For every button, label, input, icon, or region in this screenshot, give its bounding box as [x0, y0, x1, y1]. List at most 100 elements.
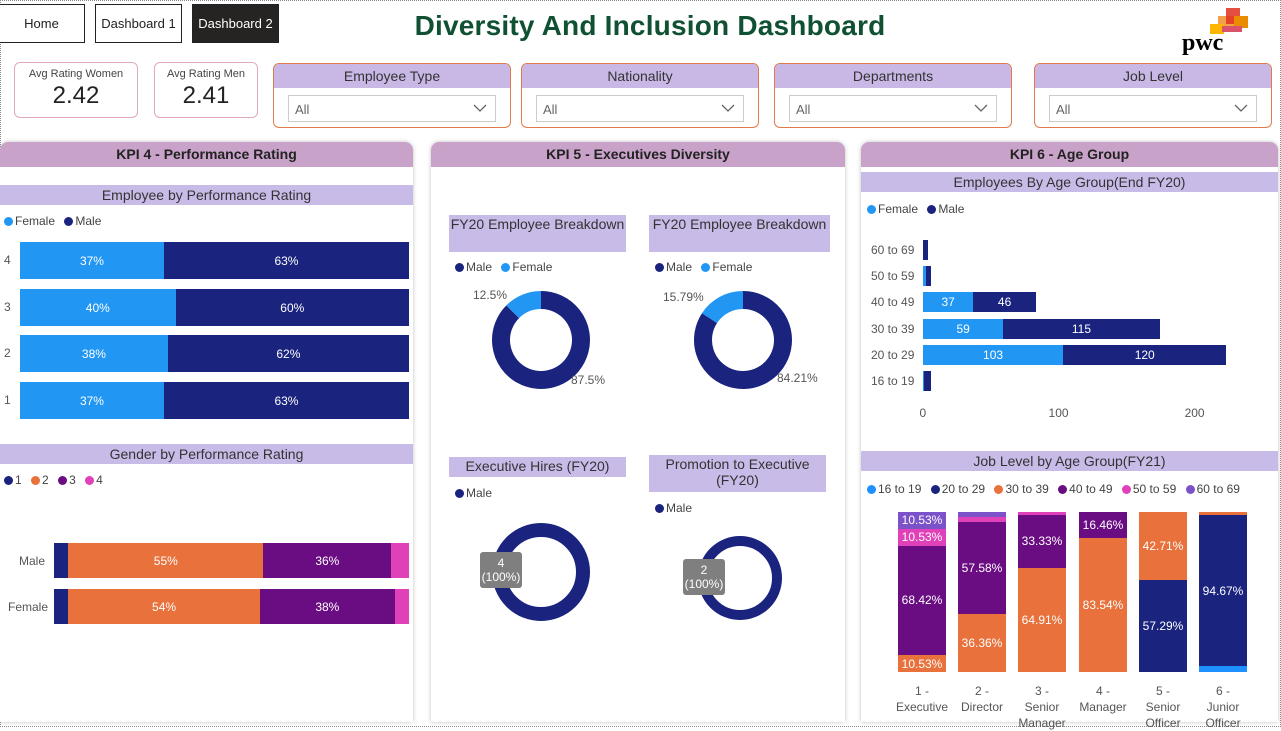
- bar-segment: 60%: [175, 289, 409, 326]
- bar-segment: [54, 589, 69, 624]
- category-label: 6 - Junior Officer: [1191, 683, 1255, 731]
- bar-segment: 63%: [163, 242, 409, 279]
- kpi6-panel: KPI 6 - Age Group Employees By Age Group…: [861, 142, 1278, 730]
- donut-slice: [506, 291, 542, 319]
- legend-item-female: Female: [867, 202, 918, 216]
- category-label: 40 to 49: [871, 295, 915, 309]
- chart-title: Employee by Performance Rating: [0, 185, 413, 205]
- data-label-box: 4 (100%): [480, 552, 522, 588]
- bar-segment: 94.67%: [1199, 514, 1247, 667]
- bar-segment: 120: [1063, 345, 1227, 365]
- bar-segment: 40%: [20, 289, 176, 326]
- slicer-value: All: [796, 102, 811, 117]
- bar-segment: 36%: [263, 543, 392, 578]
- category-label: 20 to 29: [871, 348, 915, 362]
- category-label: 30 to 39: [871, 322, 915, 336]
- legend: Female Male: [867, 202, 970, 216]
- slicer-dropdown[interactable]: All: [1049, 95, 1257, 122]
- bar-segment: 55%: [68, 543, 264, 578]
- category-label-line: Senior Manager: [1018, 700, 1066, 730]
- kpi-card-women: Avg Rating Women 2.42: [14, 62, 138, 118]
- bar-segment: [1199, 666, 1247, 672]
- bar-segment: 42.71%: [1139, 512, 1187, 581]
- bar-segment: 103: [923, 345, 1064, 365]
- donut-title: FY20 Employee Breakdown: [449, 215, 626, 252]
- legend-item-60-69: 60 to 69: [1185, 482, 1240, 496]
- legend-item-female: Female: [4, 214, 55, 228]
- legend-item-16-19: 16 to 19: [867, 482, 921, 496]
- legend-item-male: Male: [64, 214, 101, 228]
- legend: 16 to 19 20 to 29 30 to 39 40 to 49 50 t…: [867, 482, 1246, 496]
- x-tick-label: 200: [1184, 406, 1205, 420]
- bar-segment: 33.33%: [1018, 514, 1066, 569]
- slicer-title: Job Level: [1035, 64, 1271, 88]
- legend-item-male: Male: [655, 501, 692, 515]
- kpi5-panel: KPI 5 - Executives Diversity FY20 Employ…: [431, 142, 845, 722]
- legend-item-male: Male: [455, 486, 492, 500]
- legend-item-1: 1: [4, 473, 22, 487]
- panel-title: KPI 6 - Age Group: [861, 142, 1278, 167]
- bar-segment: [394, 589, 409, 624]
- legend-item-40-49: 40 to 49: [1058, 482, 1113, 496]
- chart-title: Employees By Age Group(End FY20): [861, 172, 1278, 192]
- category-label-line: 4 -: [1095, 684, 1110, 698]
- bar-segment: 68.42%: [898, 545, 946, 656]
- category-label-line: Junior Officer: [1205, 700, 1241, 730]
- legend-item-2: 2: [31, 473, 49, 487]
- slicer-value: All: [1056, 102, 1071, 117]
- kpi-value: 2.41: [182, 82, 230, 109]
- kpi-label: Avg Rating Men: [166, 68, 246, 80]
- x-tick-label: 0: [919, 406, 927, 420]
- slicer-title: Nationality: [522, 64, 758, 88]
- nav-home-button[interactable]: Home: [0, 4, 85, 43]
- bar-segment: 10.53%: [898, 511, 946, 529]
- slicer-dropdown[interactable]: All: [789, 95, 997, 122]
- category-label-line: Executive: [895, 700, 949, 714]
- category-label: 3 - Senior Manager: [1010, 683, 1074, 731]
- slicer-title: Employee Type: [274, 64, 510, 88]
- bar-segment: 37%: [20, 382, 164, 419]
- bar-segment: 36.36%: [958, 613, 1006, 672]
- slicer-title: Departments: [775, 64, 1011, 88]
- category-label: 50 to 59: [871, 269, 915, 283]
- legend-item-male: Male: [927, 202, 964, 216]
- bar-segment: 38%: [259, 589, 395, 624]
- slicer-job-level: Job Level All: [1034, 63, 1272, 128]
- slicer-employee-type: Employee Type All: [273, 63, 511, 128]
- bar-segment: [958, 512, 1006, 517]
- category-label: 60 to 69: [871, 243, 915, 257]
- category-label-line: 5 -: [1155, 684, 1170, 698]
- data-label-box: 2 (100%): [683, 559, 725, 595]
- bar-segment: 57.29%: [1139, 580, 1187, 672]
- kpi-label: Avg Rating Women: [28, 68, 124, 80]
- legend-item-male: Male: [455, 260, 492, 274]
- data-label-pct: (100%): [684, 577, 724, 591]
- slicer-dropdown[interactable]: All: [288, 95, 496, 122]
- donut-title: Promotion to Executive (FY20): [649, 455, 826, 492]
- nav-dashboard1-button[interactable]: Dashboard 1: [95, 4, 182, 43]
- bar-segment: 10.53%: [898, 655, 946, 672]
- slicer-departments: Departments All: [774, 63, 1012, 128]
- bar-segment: 63%: [163, 382, 409, 419]
- slicer-value: All: [543, 102, 558, 117]
- category-label-line: Manager: [1079, 700, 1127, 714]
- legend: Male: [655, 501, 698, 515]
- category-label-line: 2 -: [974, 684, 989, 698]
- chevron-down-icon: [974, 104, 988, 112]
- bar-segment: 57.58%: [958, 521, 1006, 614]
- slicer-dropdown[interactable]: All: [536, 95, 744, 122]
- nav-dashboard2-button[interactable]: Dashboard 2: [192, 4, 279, 43]
- legend: Male: [455, 486, 498, 500]
- bar-segment: 46: [973, 292, 1036, 312]
- category-label: Male: [19, 554, 46, 568]
- donut-slice: [701, 291, 744, 324]
- chevron-down-icon: [721, 104, 735, 112]
- category-label: Female: [8, 600, 49, 614]
- category-label: 4: [4, 253, 11, 267]
- slicer-nationality: Nationality All: [521, 63, 759, 128]
- kpi-value: 2.42: [52, 82, 100, 109]
- bar-segment: [54, 543, 69, 578]
- chart-title: Job Level by Age Group(FY21): [861, 451, 1278, 471]
- legend: Male Female: [655, 260, 758, 274]
- category-label: 16 to 19: [871, 374, 915, 388]
